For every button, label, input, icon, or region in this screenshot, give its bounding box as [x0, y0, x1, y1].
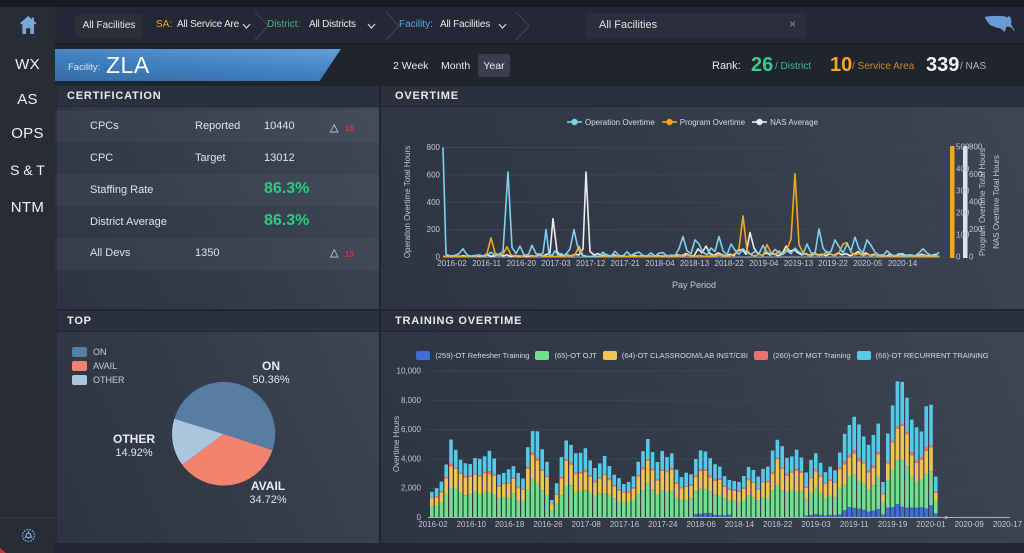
svg-text:2018-06: 2018-06 — [686, 520, 716, 529]
svg-text:2019-03: 2019-03 — [801, 520, 831, 529]
svg-text:2017-08: 2017-08 — [572, 520, 602, 529]
svg-text:2019-19: 2019-19 — [878, 520, 908, 529]
svg-text:6,000: 6,000 — [401, 425, 422, 434]
svg-text:2017-24: 2017-24 — [648, 520, 678, 529]
svg-text:2,000: 2,000 — [401, 484, 422, 493]
svg-text:2018-22: 2018-22 — [763, 520, 793, 529]
svg-text:2020-09: 2020-09 — [955, 520, 985, 529]
svg-text:Overtime Hours: Overtime Hours — [392, 416, 401, 472]
svg-text:8,000: 8,000 — [401, 396, 422, 405]
svg-text:2017-16: 2017-16 — [610, 520, 640, 529]
svg-text:2020-01: 2020-01 — [916, 520, 946, 529]
svg-text:10,000: 10,000 — [397, 367, 422, 376]
svg-text:4,000: 4,000 — [401, 454, 422, 463]
svg-text:2016-10: 2016-10 — [457, 520, 487, 529]
svg-text:2016-18: 2016-18 — [495, 520, 525, 529]
svg-text:2019-11: 2019-11 — [840, 520, 869, 529]
svg-text:2016-26: 2016-26 — [533, 520, 563, 529]
svg-text:2020-17: 2020-17 — [993, 520, 1023, 529]
svg-text:2018-14: 2018-14 — [725, 520, 755, 529]
svg-text:2016-02: 2016-02 — [418, 520, 448, 529]
